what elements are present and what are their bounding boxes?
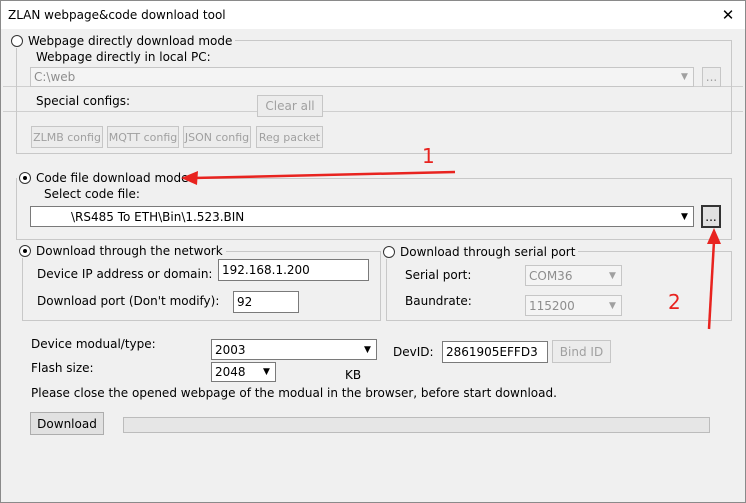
arrow-annotation-1 — [192, 170, 456, 180]
arrow-annotation-2 — [707, 240, 716, 330]
annotation-number-2: 2 — [668, 290, 681, 314]
dialog-window: ZLAN webpage&code download tool ✕ Webpag… — [0, 0, 746, 503]
annotation-number-1: 1 — [422, 144, 435, 168]
arrowhead-icon — [707, 228, 721, 244]
annotation-overlay: 1 2 — [181, 144, 721, 330]
arrowhead-icon — [181, 171, 198, 185]
